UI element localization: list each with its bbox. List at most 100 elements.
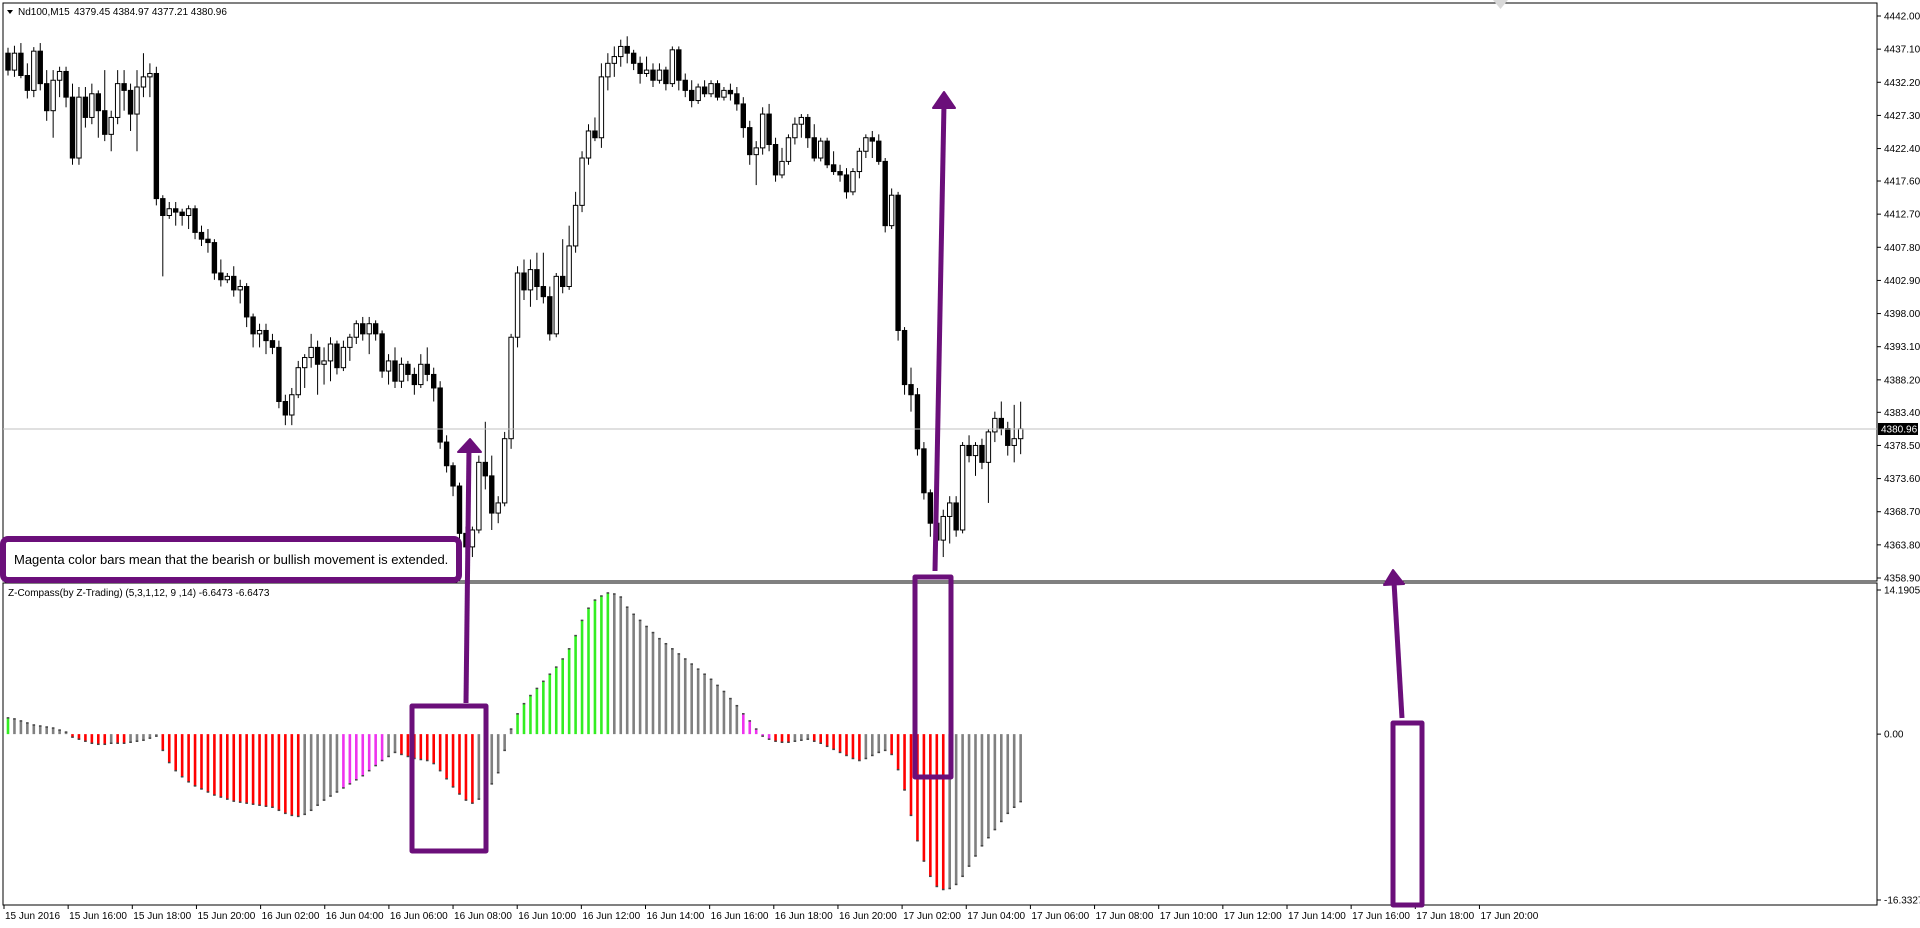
time-tick-label: 17 Jun 08:00 [1096, 911, 1154, 922]
candle-bull [792, 123, 798, 139]
candle-bull [785, 137, 792, 162]
price-axis: 4442.00 4437.10 4432.20 4427.30 4422.40 4417.… [1877, 12, 1920, 585]
candle-bull [514, 272, 521, 338]
price-tick-label: 4432.20 [1884, 78, 1920, 89]
candle-bull [598, 76, 605, 139]
candle-bear [901, 329, 908, 386]
candle-bull [147, 72, 153, 78]
candle-bull [476, 461, 482, 531]
candle-bull [818, 140, 824, 159]
candle-bull [31, 50, 37, 91]
candle-bull [321, 360, 327, 365]
time-tick-label: 16 Jun 04:00 [326, 911, 384, 922]
candle-bear [624, 45, 630, 54]
candle-bull [779, 160, 785, 176]
candle-bull [256, 329, 263, 335]
candle-bear [837, 171, 843, 176]
candle-bear [953, 502, 959, 531]
candle-bull [798, 116, 805, 125]
price-tick-label: 4437.10 [1884, 45, 1920, 56]
candle-bear [411, 373, 418, 386]
candle-bear [876, 140, 882, 162]
time-tick-label: 17 Jun 14:00 [1288, 911, 1346, 922]
candle-bear [482, 461, 489, 477]
price-tick-label: 4388.20 [1884, 375, 1920, 386]
candle-bear [450, 465, 456, 487]
candle-bull [140, 76, 147, 88]
price-tick-label: 4417.60 [1884, 177, 1920, 188]
candle-bull [302, 357, 308, 369]
candle-bull [1011, 438, 1017, 446]
candle-bull [295, 367, 301, 396]
candle-bull [353, 323, 360, 338]
price-tick-label: 4363.80 [1884, 540, 1920, 551]
candle-bear [263, 329, 269, 342]
candle-bear [766, 113, 772, 145]
time-axis: 15 Jun 2016 15 Jun 16:00 15 Jun 18:00 15 Ju… [3, 905, 1539, 922]
candle-bull [418, 363, 424, 386]
candle-bull [398, 363, 405, 382]
candle-bear [69, 96, 76, 159]
candle-bull [605, 62, 611, 78]
candle-bull [469, 529, 476, 548]
candle-bull [347, 336, 353, 348]
time-tick-label: 16 Jun 12:00 [582, 911, 640, 922]
candle-bull [327, 343, 334, 362]
time-tick-label: 15 Jun 18:00 [133, 911, 191, 922]
current-price-text: 4380.96 [1881, 425, 1918, 436]
candle-bear [18, 52, 24, 77]
candle-bull [863, 137, 869, 152]
oscillator-axis: 14.1905 0.00 -16.3327 [1877, 586, 1920, 907]
candle-bear [276, 346, 282, 402]
time-tick-label: 16 Jun 16:00 [711, 911, 769, 922]
time-tick-label: 17 Jun 10:00 [1160, 911, 1218, 922]
candle-bear [734, 93, 740, 105]
candle-bull [959, 444, 966, 531]
candle-bear [805, 116, 811, 139]
candle-bear [489, 475, 495, 514]
candle-bull [495, 502, 501, 514]
candle-bear [895, 194, 901, 331]
candle-bull [759, 113, 766, 149]
candle-bear [121, 83, 127, 91]
candle-bear [102, 110, 108, 135]
candle-bull [579, 157, 585, 206]
candle-bear [630, 52, 637, 64]
candle-bull [308, 346, 314, 359]
time-tick-label: 15 Jun 20:00 [197, 911, 255, 922]
chart-canvas[interactable]: 4442.00 4437.10 4432.20 4427.30 4422.40 4417.… [0, 0, 1920, 928]
candle-bear [914, 394, 921, 450]
annotation-callout: Magenta color bars mean that the bearish… [0, 536, 462, 583]
candle-bear [437, 387, 443, 443]
candle-bull [611, 56, 617, 64]
candle-bear [360, 323, 366, 335]
time-tick-label: 16 Jun 14:00 [647, 911, 705, 922]
candle-bull [237, 286, 243, 291]
time-tick-label: 16 Jun 20:00 [839, 911, 897, 922]
candle-bear [153, 72, 160, 200]
time-tick-label: 17 Jun 02:00 [903, 911, 961, 922]
candle-bear [740, 103, 746, 129]
price-tick-label: 4422.40 [1884, 144, 1920, 155]
price-tick-label: 4427.30 [1884, 111, 1920, 122]
candle-bear [314, 346, 321, 365]
candle-bull [643, 69, 650, 74]
candle-bear [908, 384, 914, 396]
candle-bull [695, 86, 701, 102]
time-tick-label: 17 Jun 04:00 [967, 911, 1025, 922]
candle-bear [882, 160, 888, 227]
osc-tick-label: 14.1905 [1884, 586, 1920, 597]
candle-bull [553, 275, 559, 335]
candle-bear [282, 400, 289, 416]
candle-bull [721, 89, 727, 98]
candle-bull [669, 49, 676, 85]
candle-bear [534, 269, 540, 288]
price-tick-label: 4368.70 [1884, 507, 1920, 518]
candle-bear [334, 343, 340, 369]
candle-bull [888, 194, 895, 227]
candle-bull [618, 45, 624, 58]
candle-bull [56, 70, 63, 81]
candle-bear [650, 69, 656, 81]
candle-bear [211, 242, 218, 274]
candle-bull [114, 83, 121, 118]
